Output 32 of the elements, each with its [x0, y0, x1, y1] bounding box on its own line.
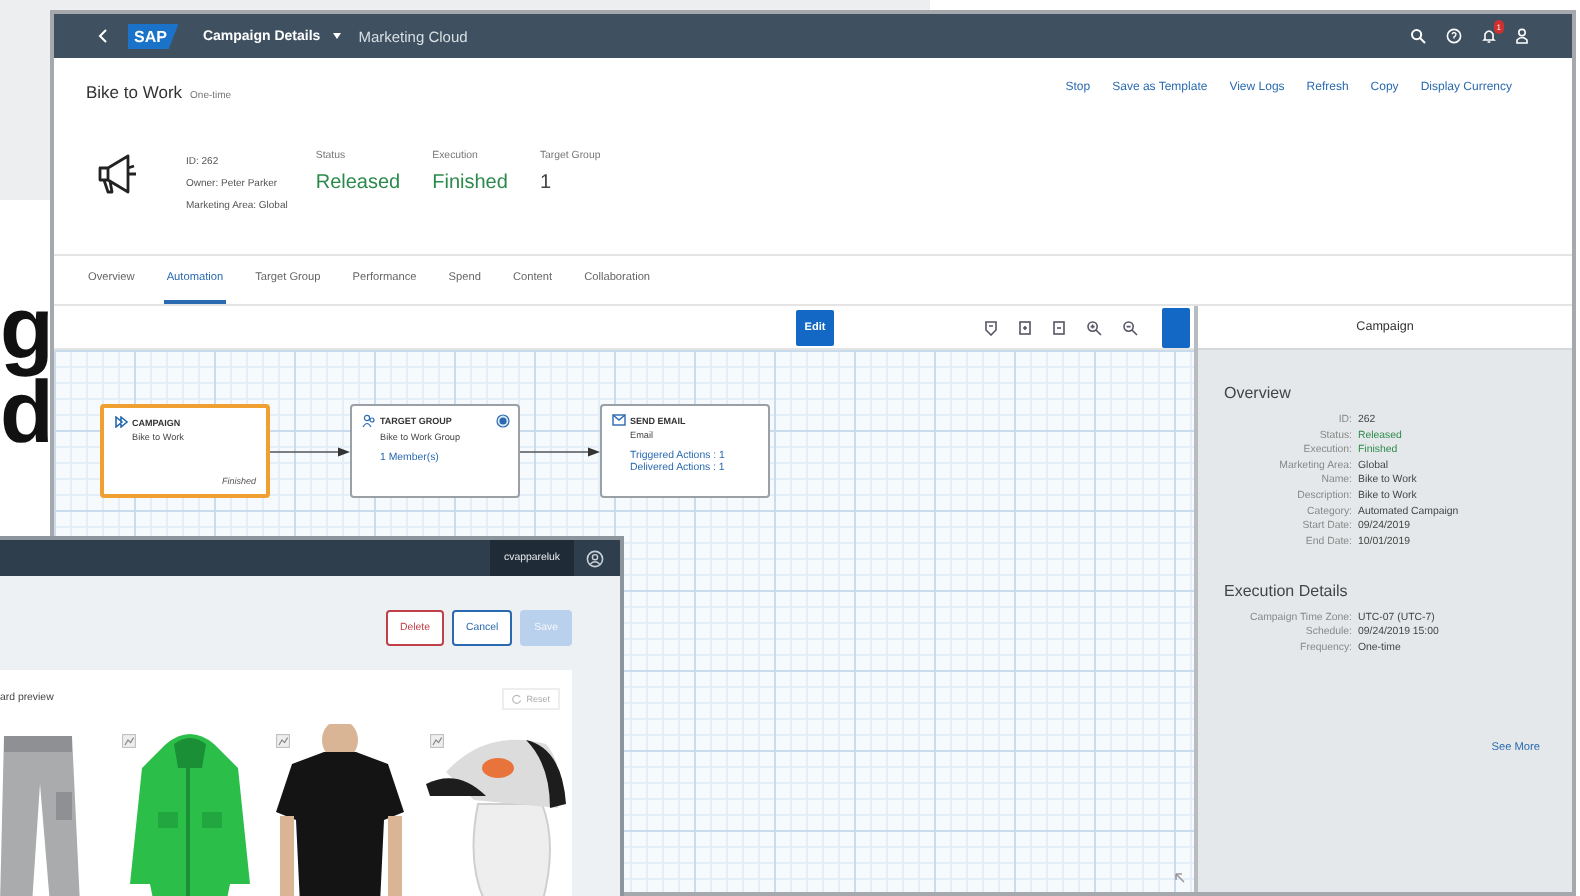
shield-icon[interactable] [984, 319, 998, 335]
back-icon[interactable] [98, 28, 108, 44]
bell-icon[interactable] [1482, 28, 1496, 44]
kpi-value: 1 [539, 172, 553, 194]
chart-icon[interactable] [276, 734, 290, 748]
panel-toggle-button[interactable] [1162, 307, 1190, 347]
megaphone-icon [94, 150, 142, 198]
collapse-icon[interactable] [1052, 319, 1066, 335]
logo: SAP [128, 23, 179, 49]
envelope-icon [612, 414, 626, 426]
connector-arrow [270, 446, 350, 458]
zoom-out-icon[interactable] [1122, 319, 1138, 335]
section-heading: Overview [1224, 384, 1293, 402]
refresh-icon [512, 693, 523, 703]
user-icon[interactable] [1516, 28, 1528, 44]
chart-icon[interactable] [122, 734, 136, 748]
search-icon[interactable] [1410, 28, 1426, 44]
zoom-in-icon[interactable] [1086, 319, 1102, 335]
kpi-value: Finished [432, 172, 508, 194]
campaign-title: Bike to Work [86, 82, 183, 102]
double-chevron-icon [114, 416, 128, 428]
target-indicator-icon [496, 414, 510, 428]
kpi-value: Released [315, 172, 401, 194]
chart-icon[interactable] [430, 734, 444, 748]
help-icon[interactable] [1446, 28, 1462, 44]
resize-icon[interactable] [1174, 872, 1186, 884]
connector-arrow [520, 446, 600, 458]
user-icon[interactable] [586, 549, 604, 567]
people-icon [362, 414, 376, 428]
caret-icon[interactable] [332, 32, 343, 40]
expand-icon[interactable] [1018, 319, 1032, 335]
section-heading: Execution Details [1224, 581, 1350, 600]
